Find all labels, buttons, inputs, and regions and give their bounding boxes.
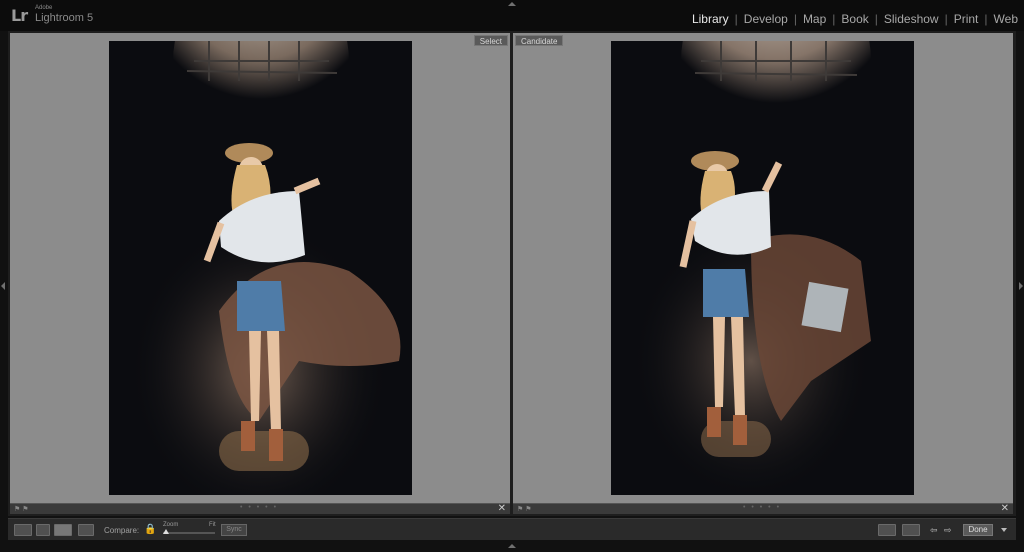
select-pane[interactable]: Select: [10, 33, 510, 503]
flag-icon[interactable]: ⚑ ⚑: [14, 505, 29, 513]
candidate-pane[interactable]: Candidate: [513, 33, 1013, 503]
compare-workspace: Select Candidate ⚑ ⚑ • • • • • ✕ ⚑ ⚑ • •…: [8, 31, 1016, 516]
sync-button[interactable]: Sync: [221, 524, 247, 536]
candidate-badge: Candidate: [515, 35, 564, 46]
close-select-icon[interactable]: ✕: [498, 503, 506, 514]
expand-filmstrip-icon[interactable]: [508, 544, 516, 548]
expand-left-panel-icon[interactable]: [1, 282, 5, 290]
product-label: Lightroom 5: [35, 12, 94, 24]
module-separator: |: [984, 12, 988, 26]
module-book[interactable]: Book: [841, 12, 868, 26]
candidate-photo[interactable]: [611, 41, 914, 495]
module-separator: |: [793, 12, 797, 26]
module-separator: |: [944, 12, 948, 26]
survey-view-icon[interactable]: [78, 524, 94, 536]
previous-photo-icon[interactable]: ⇦: [930, 525, 938, 536]
expand-right-panel-icon[interactable]: [1019, 282, 1023, 290]
candidate-photo-image: [611, 41, 914, 495]
zoom-label: Zoom: [163, 522, 179, 528]
vendor-label: Adobe: [35, 5, 53, 11]
module-print[interactable]: Print: [954, 12, 979, 26]
select-photo-image: [109, 41, 412, 495]
compare-view-icon[interactable]: [54, 524, 72, 536]
flag-icon[interactable]: ⚑ ⚑: [517, 505, 532, 513]
lightroom-logo: Lr: [11, 6, 28, 25]
select-photo[interactable]: [109, 41, 412, 495]
compare-label: Compare:: [104, 526, 140, 535]
rating-stars-icon[interactable]: • • • • •: [743, 504, 781, 511]
module-map[interactable]: Map: [803, 12, 826, 26]
collapse-top-panel-icon[interactable]: [508, 2, 516, 6]
bottom-toolbar: Compare: 🔒 Zoom Fit Sync ⇦ ⇨ Done: [8, 518, 1016, 540]
next-photo-icon[interactable]: ⇨: [944, 525, 952, 536]
module-picker: Library | Develop | Map | Book | Slidesh…: [692, 12, 1018, 26]
loupe-view-icon[interactable]: [36, 524, 50, 536]
module-separator: |: [734, 12, 738, 26]
done-button[interactable]: Done: [963, 524, 993, 536]
candidate-pane-footer: ⚑ ⚑ • • • • • ✕: [513, 503, 1013, 514]
module-library[interactable]: Library: [692, 12, 729, 26]
zoom-slider-thumb[interactable]: [163, 529, 169, 534]
zoom-slider[interactable]: [163, 532, 215, 534]
module-separator: |: [874, 12, 878, 26]
module-separator: |: [832, 12, 836, 26]
toolbar-menu-chevron-down-icon[interactable]: [1001, 528, 1007, 532]
module-slideshow[interactable]: Slideshow: [884, 12, 939, 26]
close-candidate-icon[interactable]: ✕: [1001, 503, 1009, 514]
module-web[interactable]: Web: [994, 12, 1018, 26]
lock-icon[interactable]: 🔒: [144, 524, 156, 535]
swap-icon[interactable]: [878, 524, 896, 536]
select-badge: Select: [473, 35, 508, 46]
module-develop[interactable]: Develop: [744, 12, 788, 26]
grid-view-icon[interactable]: [14, 524, 32, 536]
select-pane-footer: ⚑ ⚑ • • • • • ✕: [10, 503, 510, 514]
make-select-icon[interactable]: [902, 524, 920, 536]
rating-stars-icon[interactable]: • • • • •: [240, 504, 278, 511]
fit-label: Fit: [209, 522, 216, 528]
sign-plaque: [801, 281, 849, 333]
